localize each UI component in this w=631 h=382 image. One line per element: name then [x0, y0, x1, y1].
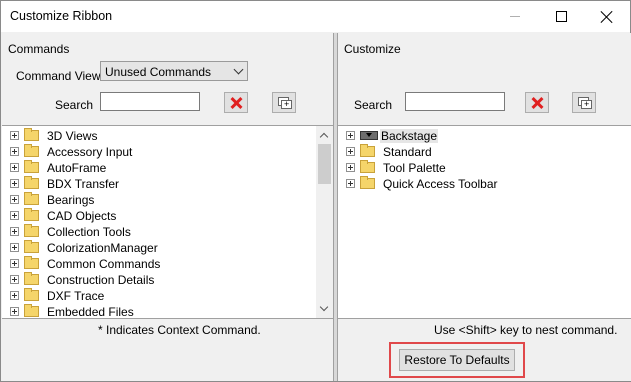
tree-item-label: Collection Tools	[47, 225, 131, 239]
tree-item-label: Quick Access Toolbar	[383, 177, 498, 191]
folder-icon	[24, 128, 39, 141]
tree-item-label: CAD Objects	[47, 209, 117, 223]
command-view-select[interactable]: Unused Commands	[100, 61, 248, 81]
command-view-value: Unused Commands	[105, 65, 212, 79]
customize-search-input[interactable]	[405, 92, 505, 111]
tree-item-label: Bearings	[47, 193, 95, 207]
scroll-up-icon[interactable]	[319, 132, 329, 142]
restore-defaults-highlight: Restore To Defaults	[389, 342, 525, 378]
commands-clear-search-button[interactable]	[224, 92, 248, 113]
tree-item-label: Embedded Files	[47, 305, 134, 319]
folder-icon	[24, 272, 39, 285]
expand-icon[interactable]	[10, 227, 19, 236]
delete-icon	[230, 97, 242, 109]
tree-item-label: 3D Views	[47, 129, 98, 143]
expand-icon[interactable]	[10, 275, 19, 284]
backstage-icon	[360, 131, 378, 140]
folder-icon	[24, 192, 39, 205]
minimize-button[interactable]	[492, 1, 538, 32]
chevron-down-icon	[233, 64, 244, 75]
folder-icon	[360, 144, 375, 157]
expand-icon[interactable]	[10, 147, 19, 156]
expand-icon[interactable]	[10, 195, 19, 204]
close-button[interactable]	[584, 1, 630, 32]
folder-icon	[24, 224, 39, 237]
tree-item-label: Tool Palette	[383, 161, 446, 175]
tree-item-label: DXF Trace	[47, 289, 105, 303]
minimize-icon	[510, 16, 520, 17]
expand-icon[interactable]	[346, 147, 355, 156]
expand-icon[interactable]	[10, 179, 19, 188]
commands-pane: Commands Command View Unused Commands Se…	[2, 33, 334, 381]
customize-search-label: Search	[354, 98, 393, 112]
delete-icon	[531, 97, 543, 109]
folder-icon	[24, 160, 39, 173]
folder-icon	[24, 208, 39, 221]
new-group-icon: +	[278, 97, 292, 109]
folder-icon	[24, 256, 39, 269]
commands-scrollbar[interactable]	[316, 126, 333, 318]
expand-icon[interactable]	[346, 131, 355, 140]
restore-defaults-button[interactable]: Restore To Defaults	[399, 349, 515, 371]
tree-item-label: AutoFrame	[47, 161, 107, 175]
new-group-icon: +	[578, 97, 592, 109]
expand-icon[interactable]	[10, 243, 19, 252]
commands-search-input[interactable]	[100, 92, 200, 111]
scroll-down-icon[interactable]	[319, 302, 329, 312]
expand-icon[interactable]	[10, 259, 19, 268]
customize-tree[interactable]: Backstage Standard Tool Palette Quick Ac…	[338, 125, 631, 319]
tree-item-label: Common Commands	[47, 257, 161, 271]
folder-icon	[24, 144, 39, 157]
tree-item-label: Accessory Input	[47, 145, 133, 159]
expand-icon[interactable]	[346, 163, 355, 172]
window-title: Customize Ribbon	[10, 9, 113, 23]
tree-item-label: Standard	[383, 145, 432, 159]
folder-icon	[24, 288, 39, 301]
folder-icon	[24, 176, 39, 189]
maximize-icon	[555, 11, 567, 22]
folder-icon	[24, 304, 39, 317]
expand-icon[interactable]	[10, 211, 19, 220]
customize-section-label: Customize	[344, 42, 401, 56]
command-view-label: Command View	[16, 69, 101, 83]
tree-item-label: Construction Details	[47, 273, 155, 287]
customize-clear-search-button[interactable]	[525, 92, 549, 113]
scroll-thumb[interactable]	[318, 144, 331, 184]
context-command-footnote: * Indicates Context Command.	[98, 323, 261, 337]
tree-item-label: BDX Transfer	[47, 177, 120, 191]
expand-icon[interactable]	[10, 163, 19, 172]
tree-item-label: ColorizationManager	[47, 241, 158, 255]
title-bar: Customize Ribbon	[1, 1, 630, 32]
expand-icon[interactable]	[10, 131, 19, 140]
close-icon	[601, 11, 613, 23]
folder-icon	[24, 240, 39, 253]
customize-pane: Customize Search + Backstage Standard To…	[337, 33, 631, 381]
customize-ribbon-dialog: Customize Ribbon Commands Command View U…	[0, 0, 631, 382]
expand-icon[interactable]	[10, 291, 19, 300]
expand-icon[interactable]	[346, 179, 355, 188]
commands-search-label: Search	[55, 98, 94, 112]
commands-tree[interactable]: 3D Views Accessory Input AutoFrame BDX T…	[2, 125, 333, 319]
folder-icon	[360, 176, 375, 189]
nest-command-footnote: Use <Shift> key to nest command.	[434, 323, 618, 337]
tree-item-label: Backstage	[380, 129, 439, 143]
customize-add-button[interactable]: +	[572, 92, 596, 113]
expand-icon[interactable]	[10, 307, 19, 316]
folder-icon	[360, 160, 375, 173]
maximize-button[interactable]	[538, 1, 584, 32]
commands-add-button[interactable]: +	[272, 92, 296, 113]
commands-section-label: Commands	[8, 42, 70, 56]
